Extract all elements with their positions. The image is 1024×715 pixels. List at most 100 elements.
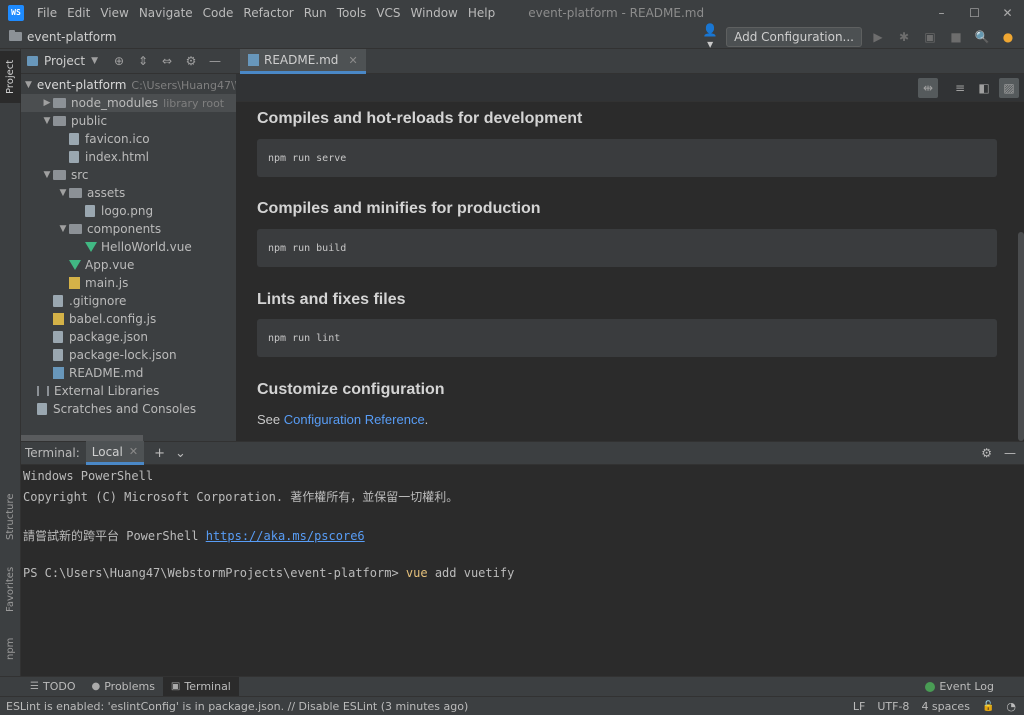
tree-item[interactable]: External Libraries <box>21 382 236 400</box>
menu-tools[interactable]: Tools <box>332 6 372 20</box>
tree-item[interactable]: ▶ node_modules library root <box>21 94 236 112</box>
favorites-tool-tab[interactable]: Favorites <box>0 559 21 619</box>
tab-readme[interactable]: README.md ✕ <box>240 49 366 74</box>
menu-window[interactable]: Window <box>406 6 463 20</box>
status-message[interactable]: ESLint is enabled: 'eslintConfig' is in … <box>0 700 468 713</box>
menu-file[interactable]: File <box>32 6 62 20</box>
expand-all-icon[interactable]: ⇕ <box>134 54 152 68</box>
line-separator[interactable]: LF <box>853 700 865 713</box>
project-tool-tab[interactable]: Project <box>0 51 21 103</box>
tree-item[interactable]: package.json <box>21 328 236 346</box>
tree-item[interactable]: ▼ public <box>21 112 236 130</box>
tree-item[interactable]: ▼ src <box>21 166 236 184</box>
collapse-all-icon[interactable]: ⇔ <box>158 54 176 68</box>
tree-item[interactable]: package-lock.json <box>21 346 236 364</box>
tree-item-label: src <box>71 168 89 182</box>
expand-arrow-icon[interactable]: ▼ <box>25 80 32 90</box>
project-view-icon <box>27 56 38 66</box>
tree-item[interactable]: ▼ assets <box>21 184 236 202</box>
editor-only-icon[interactable]: ≡ <box>950 78 970 98</box>
stop-icon[interactable]: ■ <box>946 30 966 44</box>
close-icon[interactable]: ✕ <box>348 54 357 67</box>
tree-item-label: event-platform <box>36 78 127 92</box>
close-icon[interactable]: ✕ <box>129 445 138 458</box>
coverage-icon[interactable]: ▣ <box>920 30 940 44</box>
tab-label: Event Log <box>939 680 994 693</box>
tree-item[interactable]: babel.config.js <box>21 310 236 328</box>
tree-item[interactable]: logo.png <box>21 202 236 220</box>
menu-view[interactable]: View <box>95 6 133 20</box>
folder-icon <box>53 116 66 126</box>
terminal-output[interactable]: Windows PowerShell Copyright (C) Microso… <box>21 465 1024 676</box>
menu-code[interactable]: Code <box>198 6 239 20</box>
lock-icon[interactable]: 🔓 <box>982 701 994 712</box>
terminal-actions: ⚙ — <box>981 446 1024 460</box>
menu-edit[interactable]: Edit <box>62 6 95 20</box>
tree-item[interactable]: README.md <box>21 364 236 382</box>
user-icon[interactable]: 👤▾ <box>700 23 720 51</box>
chevron-down-icon[interactable]: ⌄ <box>175 446 186 461</box>
indent-setting[interactable]: 4 spaces <box>921 700 970 713</box>
menu-navigate[interactable]: Navigate <box>134 6 198 20</box>
event-log-button[interactable]: Event Log <box>925 680 1024 693</box>
command-args: add vuetify <box>427 566 515 580</box>
tree-item[interactable]: .gitignore <box>21 292 236 310</box>
add-icon[interactable]: + <box>154 446 165 461</box>
project-view-selector[interactable]: Project <box>44 54 85 68</box>
see-paragraph: See Configuration Reference. <box>257 412 428 427</box>
hide-panel-icon[interactable]: — <box>206 54 224 68</box>
tree-item[interactable]: App.vue <box>21 256 236 274</box>
add-configuration-button[interactable]: Add Configuration... <box>726 26 862 47</box>
expand-arrow-icon[interactable]: ▶ <box>41 98 53 108</box>
expand-arrow-icon[interactable]: ▼ <box>41 170 53 180</box>
menu-run[interactable]: Run <box>299 6 332 20</box>
file-encoding[interactable]: UTF-8 <box>877 700 909 713</box>
preview-only-icon[interactable]: ◧ <box>974 78 994 98</box>
expand-arrow-icon[interactable]: ▼ <box>57 188 69 198</box>
tree-item[interactable]: main.js <box>21 274 236 292</box>
tab-label: Terminal <box>184 680 231 693</box>
tab-local[interactable]: Local ✕ <box>85 441 145 465</box>
search-icon[interactable]: 🔍 <box>972 30 992 44</box>
left-tool-strip: Project Structure Favorites npm <box>0 49 21 676</box>
webstorm-logo-icon: WS <box>8 4 24 21</box>
tab-terminal[interactable]: ▣ Terminal <box>162 676 239 697</box>
markdown-file-icon <box>248 54 259 66</box>
maximize-button[interactable]: ☐ <box>958 6 991 20</box>
tree-item[interactable]: HelloWorld.vue <box>21 238 236 256</box>
menu-help[interactable]: Help <box>463 6 500 20</box>
chevron-down-icon[interactable]: ▼ <box>91 56 98 66</box>
expand-arrow-icon[interactable]: ▼ <box>41 116 53 126</box>
gear-icon[interactable]: ⚙ <box>182 54 200 68</box>
inspection-icon[interactable]: ◔ <box>1006 700 1016 713</box>
menu-refactor[interactable]: Refactor <box>238 6 298 20</box>
tab-todo[interactable]: ☰ TODO <box>22 677 83 697</box>
expand-arrow-icon[interactable]: ▼ <box>57 224 69 234</box>
breadcrumb-project[interactable]: event-platform <box>27 30 117 44</box>
tree-item[interactable]: ▼ event-platform C:\Users\Huang47\W <box>21 76 246 94</box>
terminal-header: Terminal: Local ✕ + ⌄ ⚙ — <box>21 441 1024 465</box>
tab-problems[interactable]: ● Problems <box>83 677 162 697</box>
npm-tool-tab[interactable]: npm <box>0 629 21 669</box>
tree-item[interactable]: favicon.ico <box>21 130 236 148</box>
structure-tool-tab[interactable]: Structure <box>0 487 21 547</box>
pscore-link[interactable]: https://aka.ms/pscore6 <box>206 529 365 543</box>
configuration-reference-link[interactable]: Configuration Reference <box>284 412 425 427</box>
tree-item[interactable]: index.html <box>21 148 236 166</box>
editor-and-preview-icon[interactable]: ⇹ <box>918 78 938 98</box>
run-icon[interactable]: ▶ <box>868 30 888 44</box>
tree-item[interactable]: ▼ components <box>21 220 236 238</box>
locate-icon[interactable]: ⊕ <box>110 54 128 68</box>
menu-vcs[interactable]: VCS <box>371 6 405 20</box>
debug-icon[interactable]: ✱ <box>894 30 914 44</box>
tree-item[interactable]: Scratches and Consoles <box>21 400 236 418</box>
gear-icon[interactable]: ⚙ <box>981 446 992 460</box>
image-icon[interactable]: ▨ <box>999 78 1019 98</box>
file-icon <box>53 331 63 343</box>
trailing-text: . <box>424 412 429 427</box>
hide-panel-icon[interactable]: — <box>1004 446 1016 460</box>
close-button[interactable]: ✕ <box>991 6 1024 20</box>
vertical-scrollbar[interactable] <box>1018 232 1024 441</box>
minimize-button[interactable]: – <box>925 6 958 20</box>
update-icon[interactable]: ● <box>998 30 1018 44</box>
